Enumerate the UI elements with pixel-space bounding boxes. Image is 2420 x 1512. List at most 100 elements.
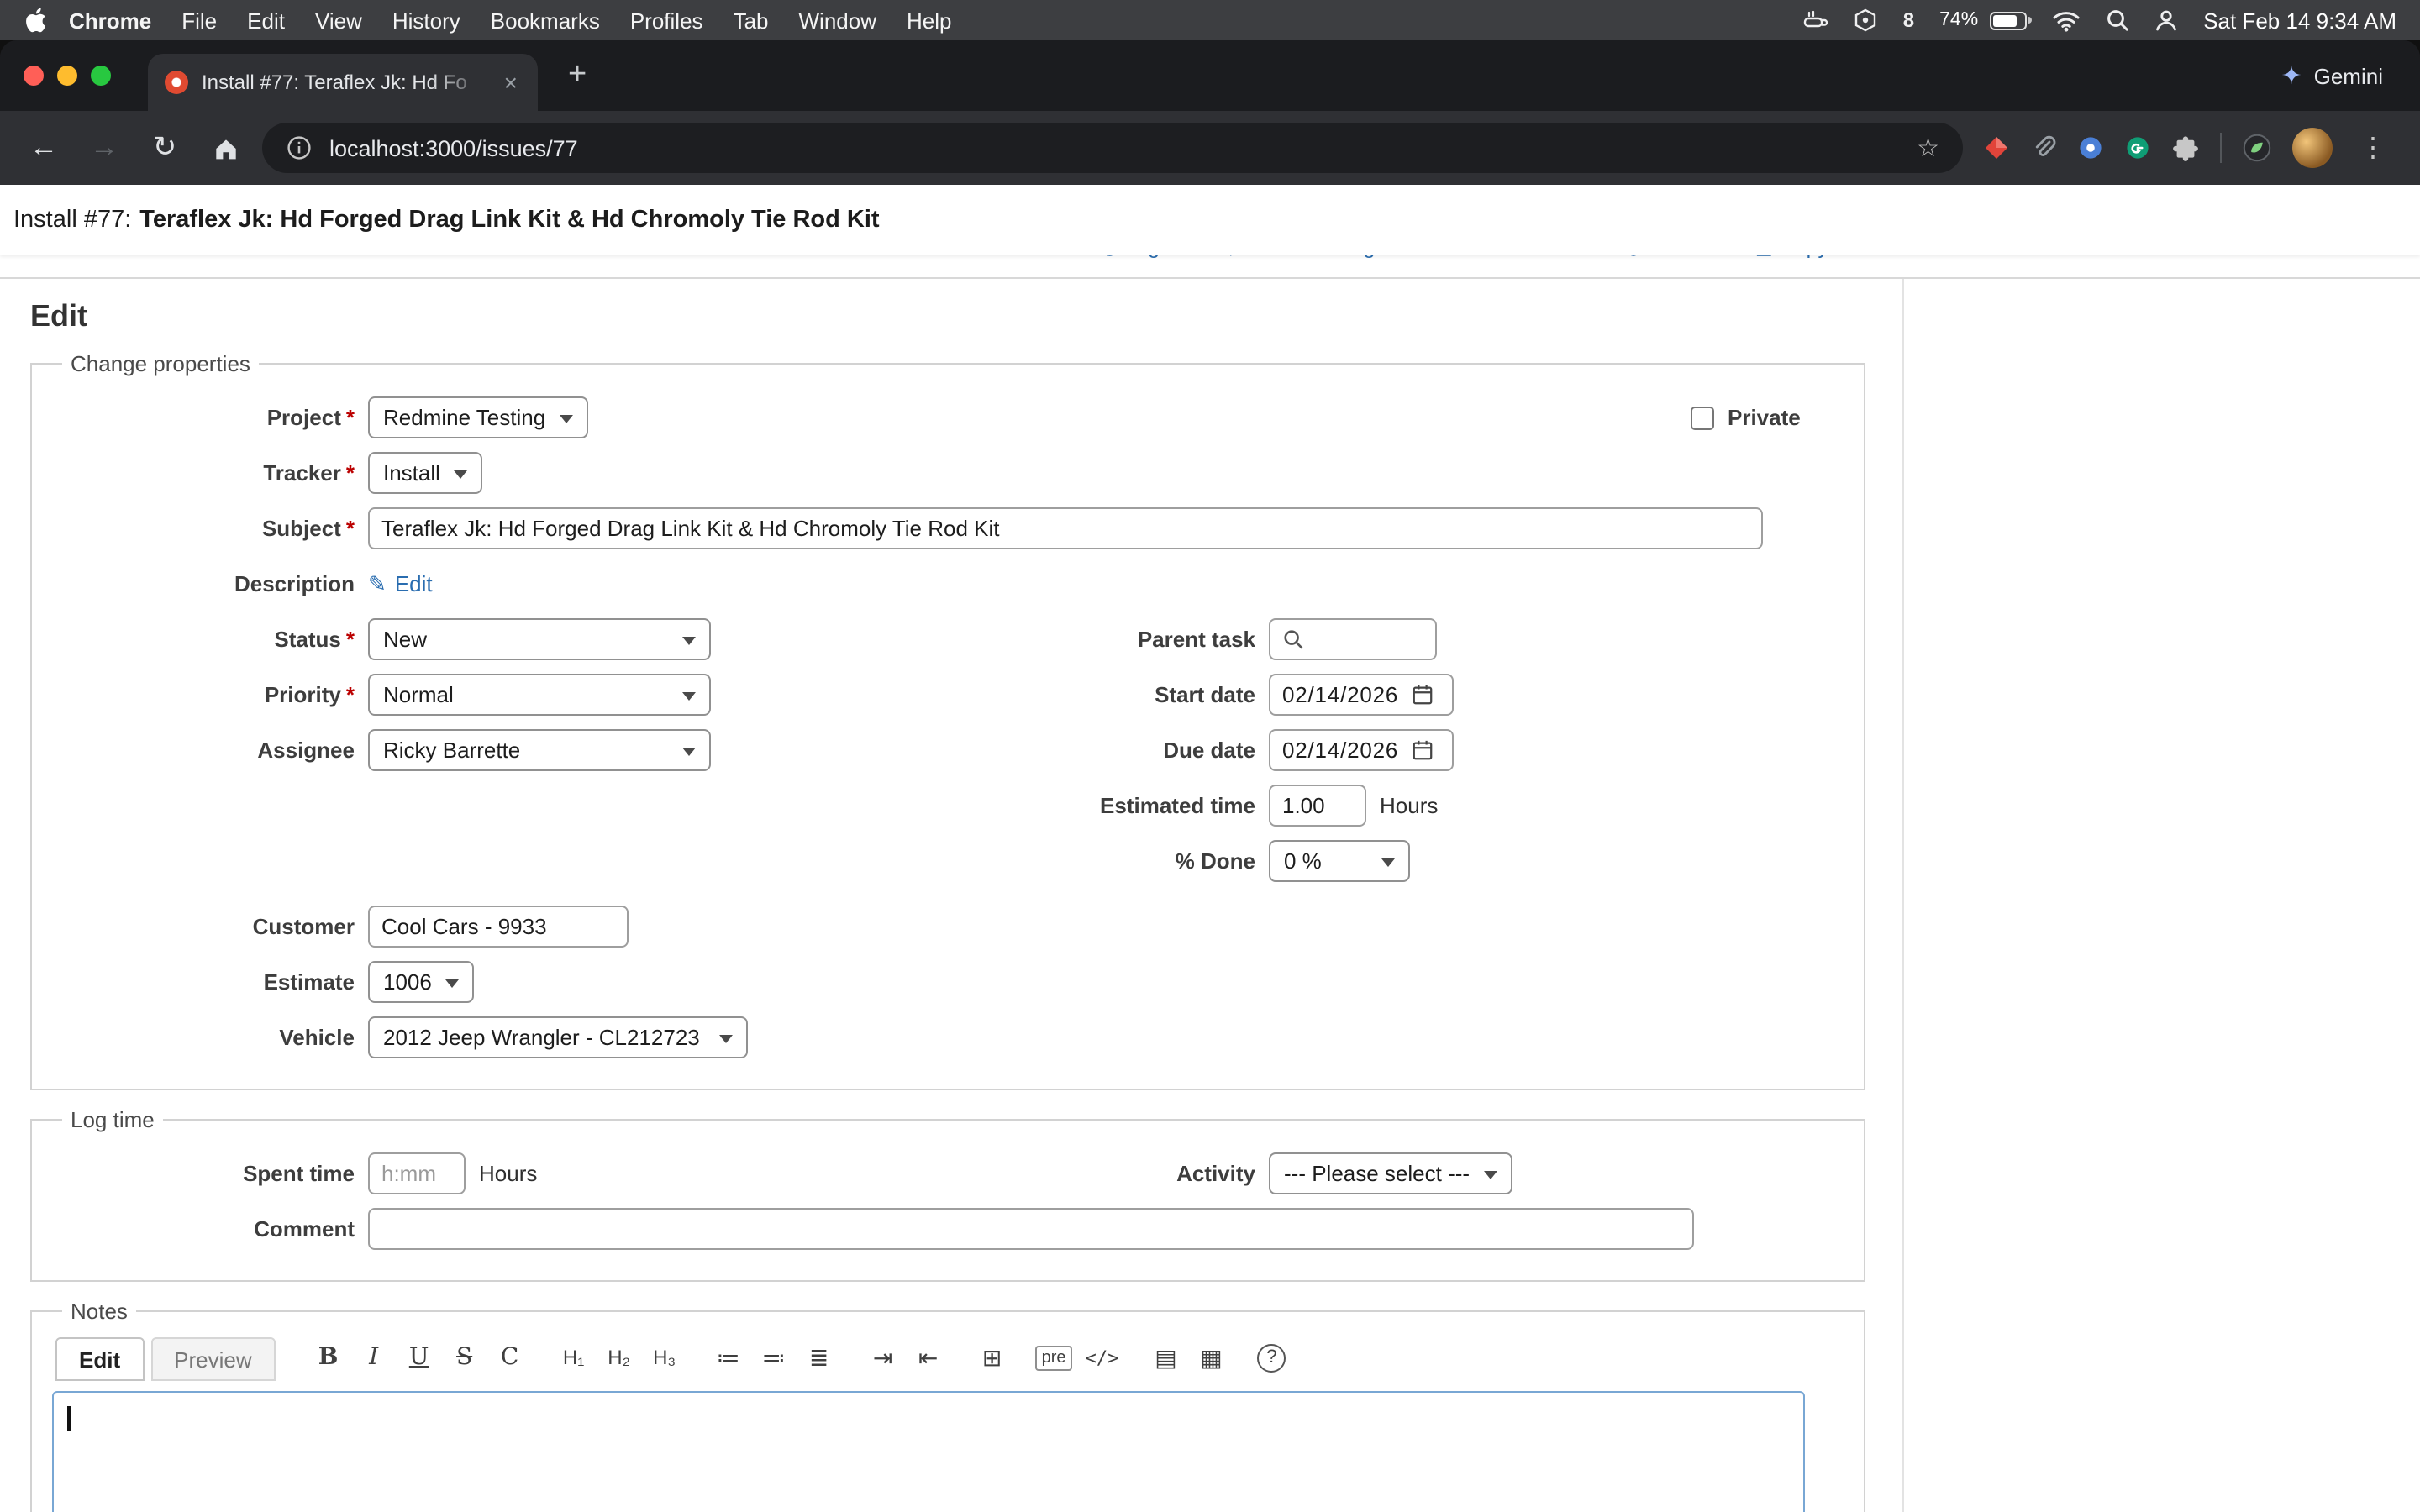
- spent-time-input[interactable]: [368, 1152, 466, 1194]
- reload-button[interactable]: ↻: [141, 124, 188, 171]
- spotlight-search-icon[interactable]: [2106, 8, 2129, 32]
- close-window-button[interactable]: [24, 66, 44, 86]
- user-switcher-icon[interactable]: [2154, 8, 2178, 32]
- menubar-status-icon-1[interactable]: [1802, 8, 1829, 32]
- profile-avatar[interactable]: [2292, 128, 2333, 168]
- parent-task-input[interactable]: [1269, 618, 1437, 660]
- inline-code-button[interactable]: C: [489, 1337, 531, 1378]
- log-time-fieldset: Log time Spent time Hours Activity --- P…: [30, 1107, 1865, 1282]
- heading1-button[interactable]: H₁: [553, 1337, 595, 1378]
- menubar-clock[interactable]: Sat Feb 14 9:34 AM: [2203, 8, 2396, 33]
- menu-history[interactable]: History: [377, 8, 476, 33]
- notes-tab-edit[interactable]: Edit: [55, 1337, 144, 1381]
- customer-input[interactable]: [368, 906, 629, 948]
- browser-tab[interactable]: Install #77: Teraflex Jk: Hd Fo ×: [148, 54, 538, 111]
- minimize-window-button[interactable]: [57, 66, 77, 86]
- table-icon[interactable]: ⊞: [971, 1337, 1013, 1378]
- parent-task-text[interactable]: [1314, 627, 1418, 652]
- menu-chrome[interactable]: Chrome: [54, 8, 166, 33]
- battery-icon: [1990, 11, 2027, 29]
- description-edit-link[interactable]: ✎Edit: [368, 570, 433, 597]
- project-label: Project*: [52, 405, 355, 430]
- menu-help[interactable]: Help: [892, 8, 967, 33]
- notes-textarea[interactable]: [52, 1391, 1805, 1512]
- assignee-label: Assignee: [52, 738, 355, 763]
- code-block-icon[interactable]: </>: [1081, 1337, 1123, 1378]
- project-select[interactable]: Redmine Testing: [368, 396, 587, 438]
- gemini-sparkle-icon: ✦: [2281, 60, 2302, 91]
- zoom-window-button[interactable]: [91, 66, 111, 86]
- menubar-status-icon-2[interactable]: [1854, 8, 1878, 32]
- extension-icon-4[interactable]: [2124, 134, 2151, 161]
- home-button[interactable]: [202, 124, 249, 171]
- percent-done-select[interactable]: 0 %: [1269, 840, 1410, 882]
- calendar-icon[interactable]: [1412, 684, 1434, 706]
- insert-file-icon[interactable]: ▤: [1145, 1337, 1187, 1378]
- window-controls: [24, 66, 111, 86]
- back-button[interactable]: ←: [20, 124, 67, 171]
- help-icon[interactable]: ?: [1258, 1343, 1286, 1372]
- vehicle-label: Vehicle: [52, 1025, 355, 1050]
- due-date-input[interactable]: 02/14/2026: [1269, 729, 1454, 771]
- estimate-select[interactable]: 1006: [368, 961, 474, 1003]
- menu-view[interactable]: View: [300, 8, 377, 33]
- site-info-icon[interactable]: [286, 134, 313, 161]
- bold-button[interactable]: B: [308, 1337, 350, 1378]
- toolbar-separator: [2220, 133, 2222, 163]
- new-tab-button[interactable]: +: [558, 57, 597, 94]
- subject-input[interactable]: [368, 507, 1763, 549]
- underline-button[interactable]: U: [398, 1337, 440, 1378]
- spent-time-row: Spent time Hours Activity --- Please sel…: [52, 1152, 1844, 1194]
- menu-edit[interactable]: Edit: [232, 8, 300, 33]
- menu-window[interactable]: Window: [784, 8, 892, 33]
- italic-button[interactable]: I: [353, 1337, 395, 1378]
- gemini-button[interactable]: ✦ Gemini: [2281, 60, 2396, 91]
- apple-logo-icon[interactable]: [24, 7, 47, 34]
- numbered-list-icon[interactable]: ≕: [753, 1337, 795, 1378]
- estimated-time-input[interactable]: [1269, 785, 1366, 827]
- heading3-button[interactable]: H₃: [644, 1337, 686, 1378]
- menu-tab[interactable]: Tab: [718, 8, 784, 33]
- extension-icon-6[interactable]: [2242, 133, 2272, 163]
- definition-list-icon[interactable]: ≣: [798, 1337, 840, 1378]
- calendar-icon[interactable]: [1412, 739, 1434, 761]
- extension-icon-2[interactable]: [2030, 134, 2057, 161]
- menu-profiles[interactable]: Profiles: [615, 8, 718, 33]
- extension-icon-3[interactable]: [2077, 134, 2104, 161]
- assignee-select[interactable]: Ricky Barrette: [368, 729, 711, 771]
- start-date-input[interactable]: 02/14/2026: [1269, 674, 1454, 716]
- priority-row: Priority* Normal Start date 02/14/2026: [52, 674, 1844, 716]
- menubar-status-icon-3[interactable]: 8: [1903, 8, 1914, 32]
- notes-tab-preview[interactable]: Preview: [150, 1337, 276, 1381]
- forward-button[interactable]: →: [81, 124, 128, 171]
- bookmark-star-icon[interactable]: ☆: [1917, 133, 1939, 163]
- heading2-button[interactable]: H₂: [598, 1337, 640, 1378]
- search-icon: [1282, 628, 1304, 650]
- vehicle-row: Vehicle 2012 Jeep Wrangler - CL212723: [52, 1016, 1844, 1058]
- insert-image-icon[interactable]: ▦: [1191, 1337, 1233, 1378]
- bullet-list-icon[interactable]: ≔: [708, 1337, 750, 1378]
- tracker-select[interactable]: Install: [368, 452, 482, 494]
- indent-icon[interactable]: ⇥: [862, 1337, 904, 1378]
- estimated-time-row: Estimated time Hours: [52, 785, 1844, 827]
- notes-toolbar-row: Edit Preview B I U S C H₁ H₂ H₃ ≔ ≕: [55, 1337, 1844, 1381]
- vehicle-select[interactable]: 2012 Jeep Wrangler - CL212723: [368, 1016, 748, 1058]
- tab-close-icon[interactable]: ×: [501, 69, 521, 96]
- status-select[interactable]: New: [368, 618, 711, 660]
- extensions-puzzle-icon[interactable]: [2171, 134, 2200, 162]
- preformatted-button[interactable]: pre: [1035, 1345, 1073, 1370]
- screen: Chrome File Edit View History Bookmarks …: [0, 0, 2420, 1512]
- activity-select[interactable]: --- Please select ---: [1269, 1152, 1512, 1194]
- priority-select[interactable]: Normal: [368, 674, 711, 716]
- strikethrough-button[interactable]: S: [444, 1337, 486, 1378]
- comment-input[interactable]: [368, 1208, 1694, 1250]
- menu-bookmarks[interactable]: Bookmarks: [476, 8, 615, 33]
- wifi-icon[interactable]: [2052, 9, 2081, 31]
- browser-menu-icon[interactable]: ⋮: [2353, 131, 2393, 165]
- address-bar[interactable]: localhost:3000/issues/77 ☆: [262, 123, 1963, 173]
- extension-icon-1[interactable]: [1983, 134, 2010, 161]
- menu-file[interactable]: File: [166, 8, 232, 33]
- private-checkbox[interactable]: [1691, 406, 1714, 429]
- url-text[interactable]: localhost:3000/issues/77: [329, 135, 578, 160]
- outdent-icon[interactable]: ⇤: [908, 1337, 950, 1378]
